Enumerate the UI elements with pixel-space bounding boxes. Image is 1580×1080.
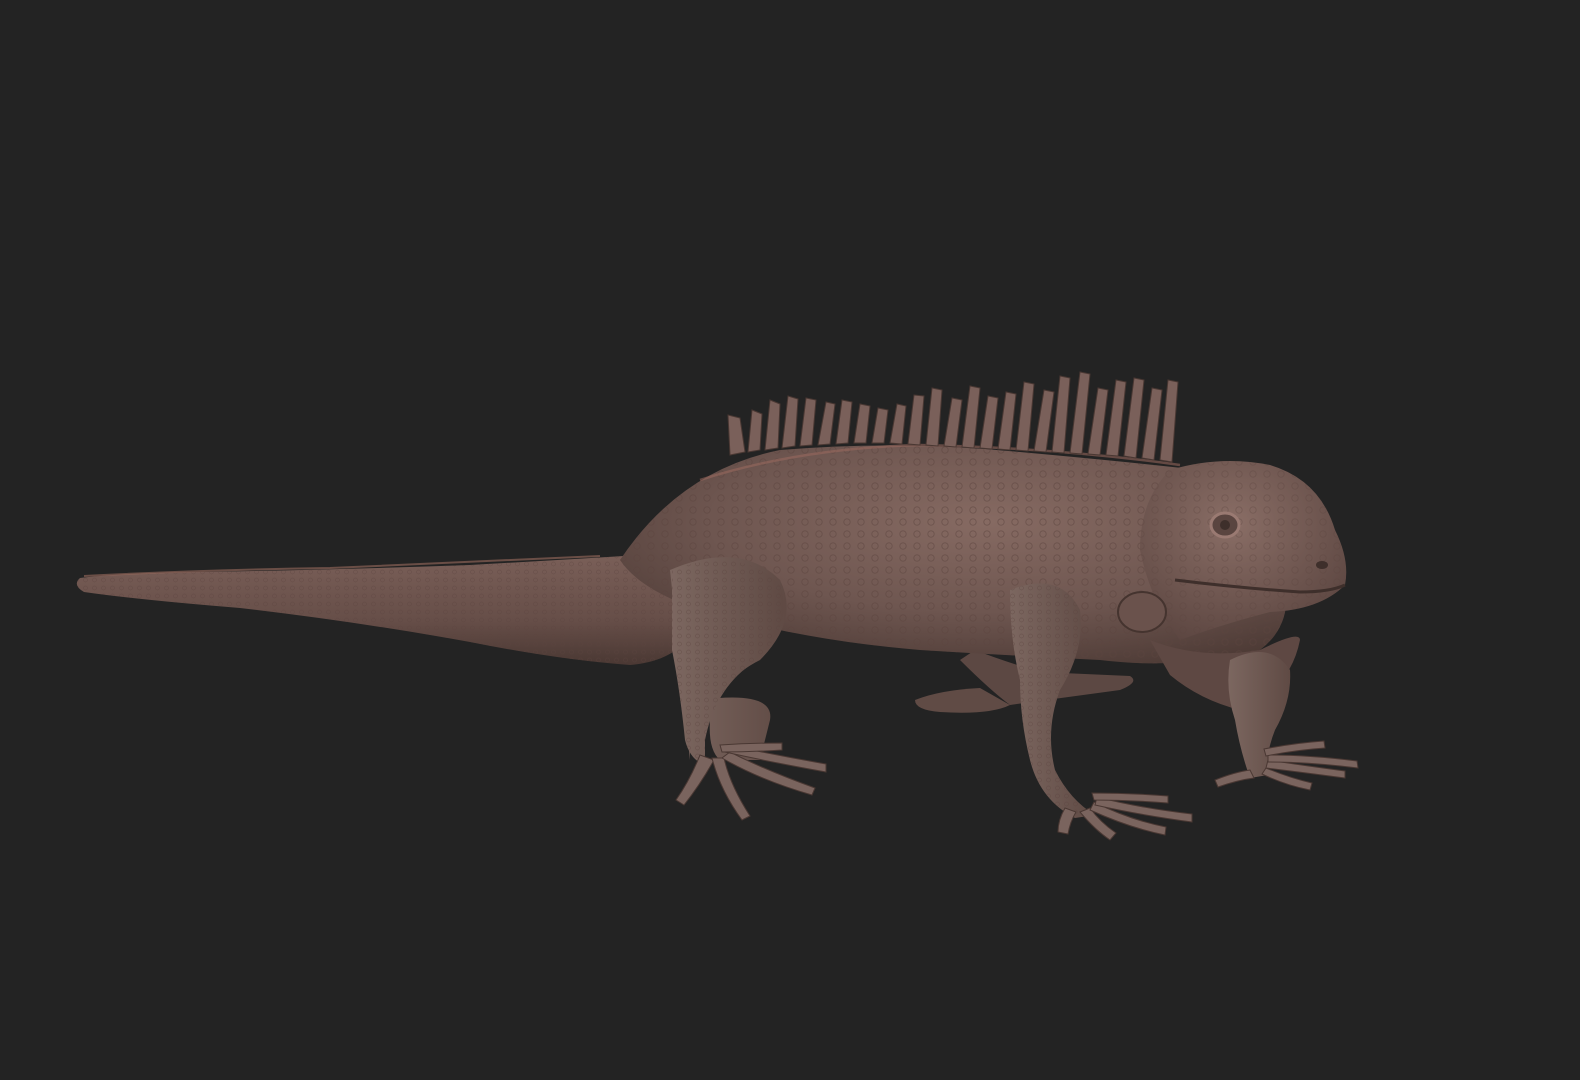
- far-front-leg: [1214, 652, 1359, 791]
- tail: [76, 555, 701, 665]
- iguana-sculpt: [76, 371, 1359, 841]
- viewport: [0, 0, 1580, 1080]
